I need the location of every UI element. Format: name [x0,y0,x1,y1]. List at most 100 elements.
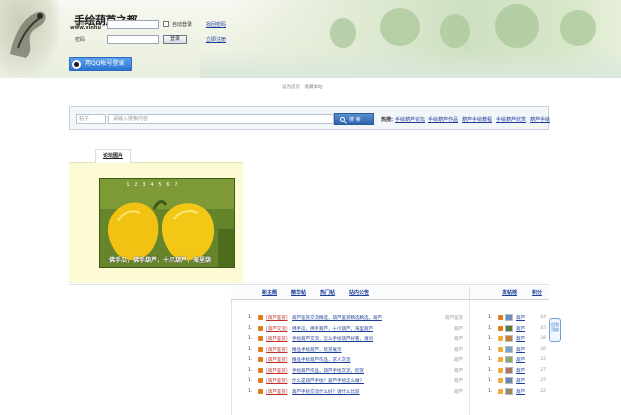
avatar[interactable] [505,387,513,395]
section-divider [69,284,549,285]
thread-author[interactable]: 葫芦 [454,347,463,353]
thread-category-link[interactable]: [葫芦鉴赏] [266,347,288,353]
rank-row[interactable]: 1. 葫芦 27 [488,366,546,376]
hot-search-link[interactable]: 手绘葫芦欣赏 [496,116,526,123]
tab-announcements[interactable]: 站内公告 [349,289,369,296]
thread-row[interactable]: 1. [葫芦鉴赏] 手绘葫芦交流，怎么手绘葫芦好看，请问 葫芦 [248,335,463,344]
rank-score: 38 [540,336,546,341]
slide-number[interactable]: 5 [156,182,164,188]
hot-search-link[interactable]: 葫芦手绘教程 [462,116,492,123]
search-input[interactable]: 请输入搜索内容 [108,114,334,124]
avatar[interactable] [505,314,513,321]
password-label: 密码 [75,37,86,43]
thread-status-icon [258,378,263,383]
thread-author[interactable]: 葫芦 [454,336,463,342]
register-link[interactable]: 立即注册 [206,36,226,43]
back-to-top-button[interactable]: 回到顶部 [549,318,561,342]
avatar[interactable] [505,366,513,374]
rank-row[interactable]: 1. 葫芦 36 [488,345,546,355]
rank-medal-icon [498,367,503,373]
thread-category-link[interactable]: [葫芦鉴赏] [266,389,288,395]
thread-row[interactable]: 1. [葫芦鉴赏] 葫芦手绘交流什么好？请什么比较 葫芦 [248,388,463,397]
rank-number: 1. [488,357,493,362]
thread-category-link[interactable]: [葫芦鉴赏] [266,315,288,321]
thread-category-link[interactable]: [葫芦鉴赏] [266,357,288,363]
thread-category-link[interactable]: [葫芦鉴赏] [266,378,288,384]
dragon-ink-art [10,11,46,58]
thread-title-link[interactable]: 手绘葫芦作品，葫芦手绘交流，欣赏 [292,368,432,374]
thread-author[interactable]: 葫芦 [454,368,463,374]
rank-number: 1. [488,367,493,373]
rank-user-link[interactable]: 葫芦 [516,368,525,374]
thread-category-link[interactable]: [葫芦鉴赏] [266,336,288,342]
avatar[interactable] [505,377,513,384]
rank-row[interactable]: 1. 葫芦 64 [488,314,546,323]
rank-user-link[interactable]: 葫芦 [516,347,525,353]
rank-user-link[interactable]: 葫芦 [516,315,525,321]
site-header: 手绘葫芦之都 www.xinhu 账号 密码 自动登录 登录 找回密码 立即注册… [0,0,621,78]
qq-login-button[interactable]: 用QQ帐号登录 [69,57,132,71]
rank-user-link[interactable]: 葫芦 [516,336,525,342]
search-button[interactable]: 搜 索 [334,113,374,125]
thread-row[interactable]: 1. [葫芦交流] 佛手瓜，佛手葫芦，十爪葫芦，海里葫芦 葫芦 [248,325,463,334]
avatar[interactable] [505,335,513,342]
thread-author[interactable]: 葫芦 [454,389,463,395]
thread-row[interactable]: 1. [葫芦鉴赏] 精品手绘葫芦，欣赏展示 葫芦 [248,346,463,355]
tab-hot-threads[interactable]: 热门帖 [320,289,335,296]
thread-title-link[interactable]: 手绘葫芦交流，怎么手绘葫芦好看，请问 [292,336,432,342]
username-input[interactable] [107,20,159,29]
rank-row[interactable]: 1. 葫芦 33 [488,356,546,365]
thread-row[interactable]: 1. [葫芦鉴赏] 什么是葫芦手绘？葫芦手绘怎么做？ 葫芦 [248,377,463,386]
slide-number[interactable]: 7 [172,182,180,188]
search-bar: 帖子 请输入搜索内容 搜 索 热搜: 手绘葫芦论坛 手绘葫芦作品 葫芦手绘教程 … [69,106,550,130]
tree-art [560,10,596,46]
avatar[interactable] [505,345,513,353]
rank-user-link[interactable]: 葫芦 [516,389,525,395]
auto-login-checkbox[interactable] [163,21,169,27]
rank-row[interactable]: 1. 葫芦 45 [488,324,546,334]
thread-author[interactable]: 葫芦 [454,357,463,363]
thread-category-link[interactable]: [葫芦交流] [266,326,288,332]
slide-caption[interactable]: 佛手瓜，佛手葫芦，十爪葫芦，海里葫 [109,255,211,264]
thread-row[interactable]: 1. [葫芦鉴赏] 葫芦鉴赏交流精选，葫芦鉴赏精选精选，葫芦 葫芦鉴赏 [248,314,463,323]
find-password-link[interactable]: 找回密码 [206,21,226,28]
tab-points-ranking[interactable]: 积分 [532,289,542,296]
hot-search-link[interactable]: 葫芦手绘 [530,116,550,123]
tab-new-threads[interactable]: 新主题 [262,289,277,296]
thread-category-link[interactable]: [葫芦鉴赏] [266,368,288,374]
rank-user-link[interactable]: 葫芦 [516,357,525,363]
slide-number[interactable]: 3 [140,182,148,188]
login-button[interactable]: 登录 [163,35,187,44]
rank-row[interactable]: 1. 葫芦 25 [488,377,546,386]
avatar[interactable] [505,356,513,363]
rank-row[interactable]: 1. 葫芦 38 [488,335,546,344]
rank-user-link[interactable]: 葫芦 [516,378,525,384]
thread-author[interactable]: 葫芦 [454,326,463,332]
slide-number[interactable]: 2 [132,182,140,188]
slide-number[interactable]: 4 [148,182,156,188]
password-input[interactable] [107,35,159,44]
hot-search-link[interactable]: 手绘葫芦作品 [428,116,458,123]
slide-number[interactable]: 1 [124,182,132,188]
picture-slideshow[interactable]: 1234567 佛手瓜，佛手葫芦，十爪葫芦，海里葫 [99,178,235,268]
tab-post-ranking[interactable]: 发帖榜 [502,289,517,296]
thread-row[interactable]: 1. [葫芦鉴赏] 手绘葫芦作品，葫芦手绘交流，欣赏 葫芦 [248,367,463,376]
slide-number[interactable]: 6 [164,182,172,188]
search-type-select[interactable]: 帖子 [76,114,106,124]
avatar[interactable] [505,324,513,332]
thread-title-link[interactable]: 佛手瓜，佛手葫芦，十爪葫芦，海里葫芦 [292,326,432,332]
thread-title-link[interactable]: 葫芦手绘交流什么好？请什么比较 [292,389,432,395]
tab-digest-threads[interactable]: 精华帖 [291,289,306,296]
thread-title-link[interactable]: 精品手绘葫芦，欣赏展示 [292,347,432,353]
thread-title-link[interactable]: 葫芦鉴赏交流精选，葫芦鉴赏精选精选，葫芦 [292,315,432,321]
rank-user-link[interactable]: 葫芦 [516,326,525,332]
rank-row[interactable]: 1. 葫芦 22 [488,387,546,397]
rank-medal-icon [498,357,503,362]
hot-search-link[interactable]: 手绘葫芦论坛 [395,116,425,123]
thread-author[interactable]: 葫芦鉴赏 [445,315,463,321]
thread-title-link[interactable]: 什么是葫芦手绘？葫芦手绘怎么做？ [292,378,432,384]
thread-row[interactable]: 1. [葫芦鉴赏] 精品手绘葫芦作品，求人交流 葫芦 [248,356,463,365]
tab-forum-pictures[interactable]: 论坛图片 [95,149,131,163]
thread-title-link[interactable]: 精品手绘葫芦作品，求人交流 [292,357,432,363]
thread-author[interactable]: 葫芦 [454,378,463,384]
